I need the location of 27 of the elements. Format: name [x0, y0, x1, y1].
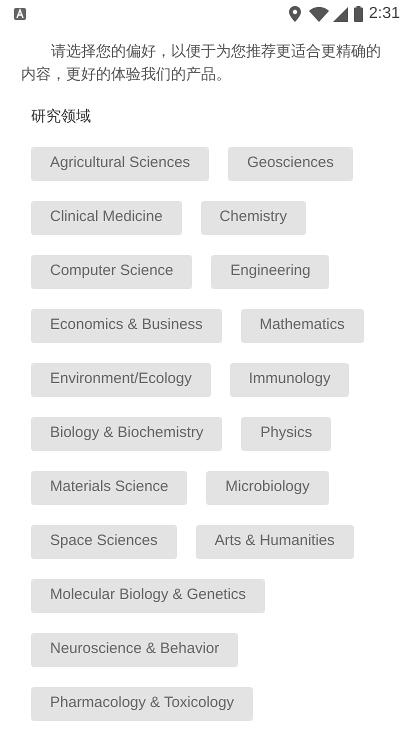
intro-text: 请选择您的偏好，以便于为您推荐更适合更精确的内容，更好的体验我们的产品。 — [20, 42, 382, 85]
field-chip[interactable]: Chemistry — [200, 200, 306, 234]
field-chip[interactable]: Space Sciences — [31, 524, 177, 558]
field-chip[interactable]: Agricultural Sciences — [31, 146, 210, 180]
field-chip[interactable]: Mathematics — [240, 308, 364, 342]
field-chip[interactable]: Microbiology — [206, 470, 329, 504]
field-chip[interactable]: Physics — [241, 416, 332, 450]
field-chip[interactable]: Biology & Biochemistry — [31, 416, 222, 450]
wifi-icon — [308, 6, 329, 22]
field-chip[interactable]: Pharmacology & Toxicology — [31, 686, 253, 720]
section-title: 研究领域 — [31, 107, 91, 127]
field-chip[interactable]: Materials Science — [31, 470, 188, 504]
notification-icon — [14, 8, 26, 20]
location-icon — [288, 6, 301, 22]
battery-icon — [354, 6, 363, 22]
field-chip[interactable]: Clinical Medicine — [31, 200, 182, 234]
field-chip[interactable]: Neuroscience & Behavior — [31, 632, 238, 666]
field-chip[interactable]: Arts & Humanities — [196, 524, 354, 558]
status-time: 2:31 — [368, 4, 400, 24]
signal-icon — [332, 6, 348, 22]
field-chip[interactable]: Geosciences — [228, 146, 353, 180]
field-chip[interactable]: Immunology — [230, 362, 350, 396]
field-chip[interactable]: Environment/Ecology — [31, 362, 211, 396]
field-chip[interactable]: Molecular Biology & Genetics — [31, 578, 265, 612]
field-chip[interactable]: Engineering — [211, 254, 330, 288]
field-chip[interactable]: Computer Science — [31, 254, 192, 288]
field-chip[interactable]: Economics & Business — [31, 308, 222, 342]
